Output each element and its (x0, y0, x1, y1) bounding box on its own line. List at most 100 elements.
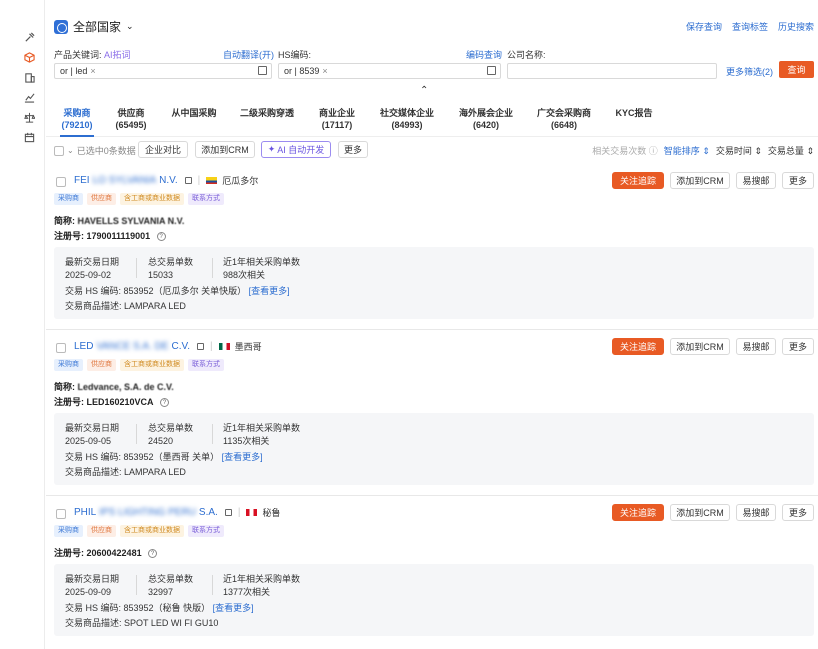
search-mail-button[interactable]: 易搜邮 (736, 504, 776, 521)
selected-count: 已选中0条数据 (76, 146, 136, 156)
view-more-link[interactable]: [查看更多] (213, 603, 254, 613)
tab-label: 广交会采购商 (536, 108, 591, 118)
country-selector[interactable]: 全部国家 ⌄ (54, 18, 134, 35)
add-crm-button[interactable]: 添加到CRM (670, 338, 730, 355)
hs-code-line: 交易 HS 编码: 853952（墨西哥 关单） [查看更多] (65, 450, 263, 463)
close-icon[interactable]: × (90, 66, 95, 76)
copy-icon[interactable] (184, 177, 192, 184)
copy-icon[interactable] (224, 509, 232, 516)
hs-field[interactable]: or | 8539 × (278, 63, 501, 79)
follow-button[interactable]: 关注追踪 (612, 172, 664, 189)
latest-date-label: 最新交易日期 (65, 423, 120, 433)
search-mail-button[interactable]: 易搜邮 (736, 338, 776, 355)
reg-no-value: LED160210VCA (86, 397, 154, 407)
related-count-label: 相关交易次数 (592, 146, 647, 156)
follow-button[interactable]: 关注追踪 (612, 504, 664, 521)
total-orders-value: 15033 (148, 270, 174, 280)
query-tags-link[interactable]: 查询标签 (732, 20, 768, 33)
select-all[interactable]: ⌄ 已选中0条数据 (54, 144, 136, 157)
trade-total-sort[interactable]: 交易总量 ⇕ (768, 144, 814, 157)
ai-auto-develop-button[interactable]: ✦ AI 自动开发 (261, 141, 331, 158)
calendar-icon[interactable] (22, 130, 36, 144)
latest-date-value: 2025-09-09 (65, 587, 112, 597)
trade-time-label: 交易时间 (715, 146, 752, 156)
divider (136, 575, 137, 595)
follow-button[interactable]: 关注追踪 (612, 338, 664, 355)
tag-list: 采购商 供应商 含工商或商业数据 联系方式 (54, 525, 224, 537)
company-name[interactable]: FEI LO SYLVANIA N.V. | 厄瓜多尔 (74, 174, 258, 187)
row-checkbox[interactable] (56, 509, 66, 519)
main-content: 全部国家 ⌄ 保存查询 查询标签 历史搜索 产品关键词: AI拓词 自动翻译(开… (46, 0, 818, 649)
more-filters-link[interactable]: 更多筛选(2) (726, 65, 773, 78)
building-icon[interactable] (22, 70, 36, 84)
tab-suppliers[interactable]: 供应商 (65495) (114, 107, 148, 131)
total-orders-stat: 总交易单数 32997 (148, 573, 193, 599)
save-query-link[interactable]: 保存查询 (686, 20, 722, 33)
search-mail-button[interactable]: 易搜邮 (736, 172, 776, 189)
description-value: LAMPARA LED (124, 467, 186, 477)
view-more-link[interactable]: [查看更多] (249, 286, 290, 296)
compare-button[interactable]: 企业对比 (138, 141, 188, 158)
tab-buyers[interactable]: 采购商 (79210) (60, 107, 94, 137)
more-button[interactable]: 更多 (782, 504, 814, 521)
smart-sort[interactable]: 智能排序 ⇕ (664, 144, 710, 157)
expand-icon[interactable] (258, 66, 267, 75)
auto-translate-link[interactable]: 自动翻译(开) (223, 48, 274, 61)
company-card: LED VANCE S.A. DE C.V. | 墨西哥 关注追踪 添加到CRM… (46, 338, 818, 496)
tab-commercial[interactable]: 商业企业 (17117) (316, 107, 358, 131)
ai-expand-link[interactable]: AI拓词 (104, 50, 131, 60)
card-actions: 关注追踪 添加到CRM 易搜邮 更多 (612, 338, 814, 355)
cube-icon[interactable] (22, 50, 36, 64)
chevron-down-icon[interactable]: ⌄ (67, 146, 74, 155)
row-checkbox[interactable] (56, 343, 66, 353)
more-button[interactable]: 更多 (782, 172, 814, 189)
add-crm-button[interactable]: 添加到CRM (670, 172, 730, 189)
company-name[interactable]: PHIL IPS LIGHTING PERU S.A. | 秘鲁 (74, 506, 280, 519)
short-name-row: 简称: HAVELLS SYLVANIA N.V. (54, 214, 184, 227)
more-button[interactable]: 更多 (782, 338, 814, 355)
help-icon[interactable]: ? (156, 232, 166, 242)
keyword-field[interactable]: or | led × (54, 63, 272, 79)
company-field[interactable] (507, 63, 717, 79)
sort-options: 相关交易次数 ⓘ 智能排序 ⇕ 交易时间 ⇕ 交易总量 ⇕ (592, 144, 814, 157)
year-orders-stat: 近1年相关采购单数 1377次相关 (223, 573, 300, 599)
tab-social-media[interactable]: 社交媒体企业 (84993) (378, 107, 436, 131)
chevron-up-icon[interactable]: ⌃ (420, 85, 432, 96)
help-icon[interactable]: ? (148, 549, 158, 559)
hs-code-value: 853952（墨西哥 关单） (123, 452, 220, 462)
select-all-checkbox[interactable] (54, 145, 64, 156)
filter-panel: 产品关键词: AI拓词 自动翻译(开) HS编码: 编码查询 公司名称: or … (54, 48, 814, 82)
more-button[interactable]: 更多 (338, 141, 368, 158)
year-orders-stat: 近1年相关采购单数 988次相关 (223, 256, 300, 282)
hs-code-value: 853952（秘鲁 快版） (123, 603, 211, 613)
copy-icon[interactable] (197, 343, 205, 350)
tab-canton-fair[interactable]: 广交会采购商 (6648) (535, 107, 593, 131)
tag-contact: 联系方式 (188, 525, 224, 537)
scale-icon[interactable] (22, 110, 36, 124)
company-name-suffix: N.V. (159, 175, 178, 186)
hs-lookup-link[interactable]: 编码查询 (466, 48, 502, 61)
row-checkbox[interactable] (56, 177, 66, 187)
divider: | (237, 507, 241, 518)
query-button[interactable]: 查询 (779, 61, 814, 78)
chart-icon[interactable] (22, 90, 36, 104)
tab-kyc-report[interactable]: KYC报告 (614, 107, 654, 119)
tab-secondary-procurement[interactable]: 二级采购穿透 (238, 107, 296, 119)
company-name[interactable]: LED VANCE S.A. DE C.V. | 墨西哥 (74, 340, 262, 353)
trade-time-sort[interactable]: 交易时间 ⇕ (716, 144, 762, 157)
view-more-link[interactable]: [查看更多] (222, 452, 263, 462)
tools-icon[interactable] (22, 30, 36, 44)
help-icon[interactable]: ? (160, 398, 170, 408)
reg-no-label: 注册号: (54, 231, 84, 241)
divider (212, 258, 213, 278)
company-name-blurred: LO SYLVANIA (92, 175, 157, 186)
add-crm-button[interactable]: 添加到CRM (195, 141, 255, 158)
tab-from-china[interactable]: 从中国采购 (169, 107, 219, 119)
add-crm-button[interactable]: 添加到CRM (670, 504, 730, 521)
close-icon[interactable]: × (322, 66, 327, 76)
total-orders-stat: 总交易单数 24520 (148, 422, 193, 448)
related-count-sort[interactable]: 相关交易次数 ⓘ (592, 144, 658, 157)
expand-icon[interactable] (487, 66, 496, 75)
history-search-link[interactable]: 历史搜索 (778, 20, 814, 33)
tab-overseas-exhibition[interactable]: 海外展会企业 (6420) (456, 107, 516, 131)
